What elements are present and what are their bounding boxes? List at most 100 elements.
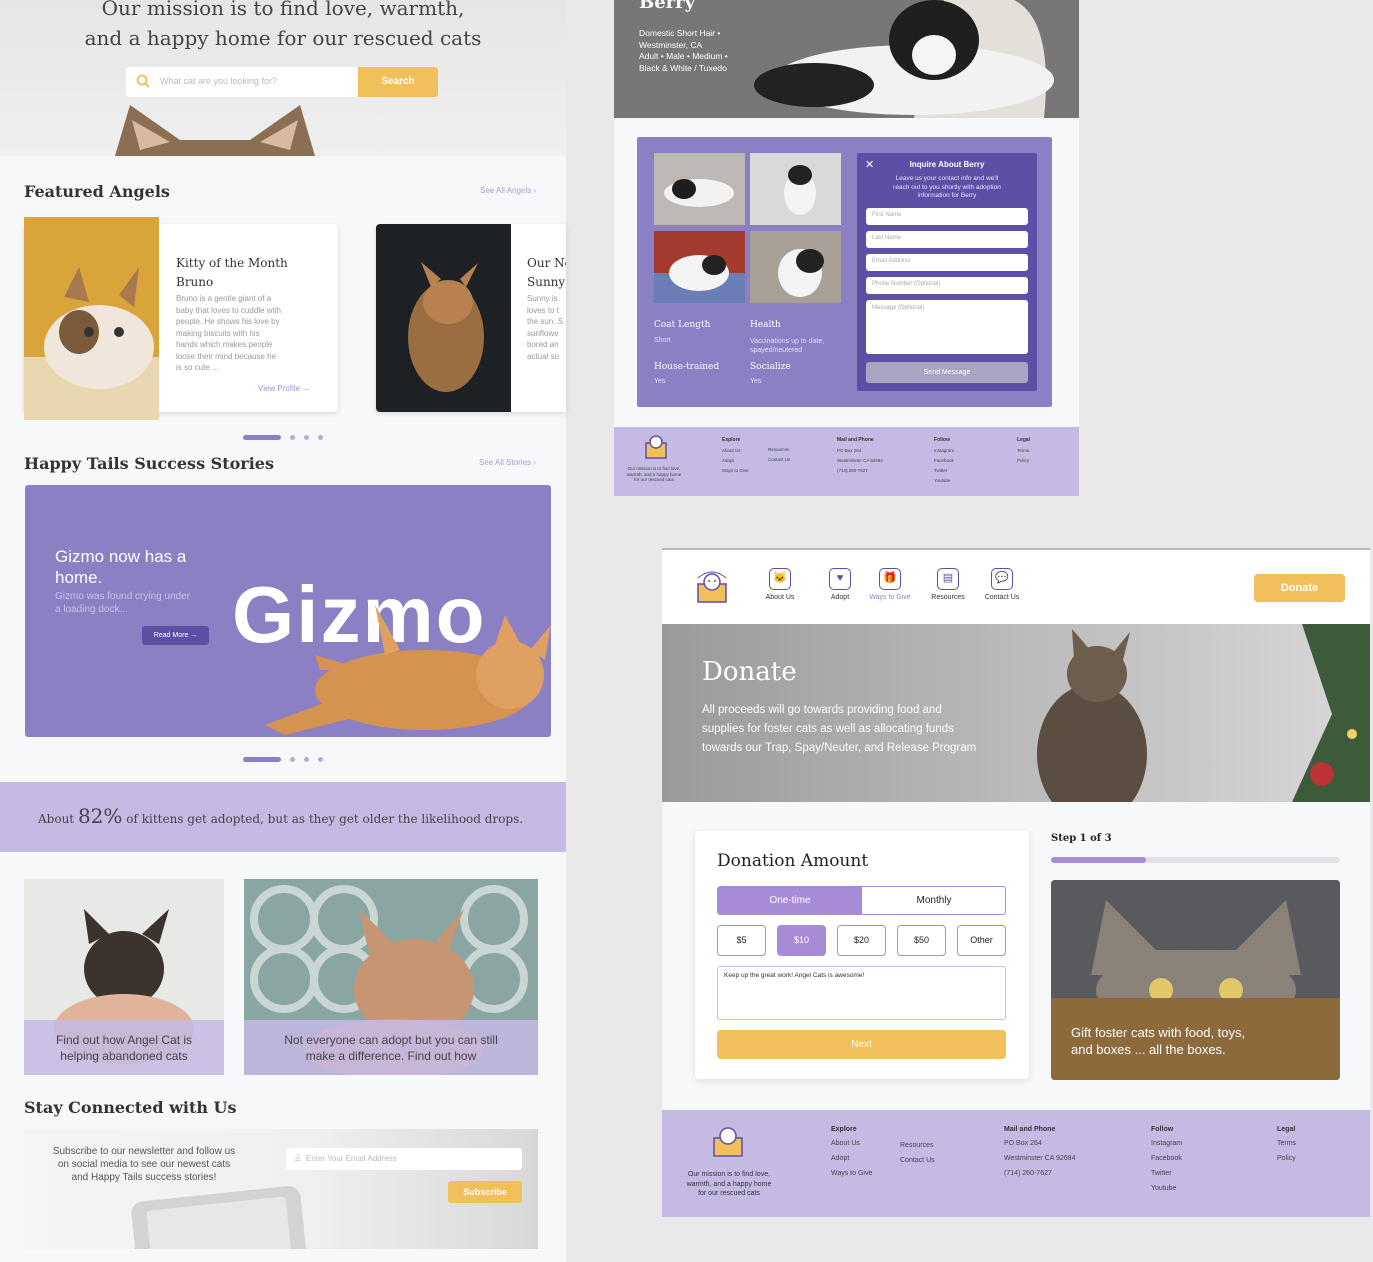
nav-item[interactable]: 🐱 About Us [750,568,810,601]
footer-link[interactable]: Resources [768,445,790,455]
footer-link[interactable]: (714) 260-7627 [1004,1166,1075,1181]
carousel-dot[interactable] [290,435,295,440]
footer-link[interactable]: Youtube [934,476,954,486]
phone-field[interactable]: Phone Number (Optional) [866,277,1028,294]
read-more-label: Read More [153,632,189,639]
card-body-line: hands which makes people [176,340,273,349]
newsletter-panel: Subscribe to our newsletter and follow u… [24,1129,538,1249]
footer-link[interactable]: Facebook [1151,1151,1182,1166]
promo-card[interactable]: Gift foster cats with food, toys, and box… [1051,880,1340,1080]
footer-link[interactable]: Adopt [831,1151,872,1166]
footer-link[interactable]: Instagram [934,446,954,456]
view-profile-link[interactable]: View Profile → [258,384,310,393]
send-message-button[interactable]: Send Message [866,362,1028,383]
footer-link[interactable]: About Us [722,446,749,456]
footer-link[interactable]: Instagram [1151,1136,1182,1151]
attr-label: Coat Length [654,320,711,330]
footer-link[interactable]: Twitter [934,466,954,476]
footer-link[interactable]: Twitter [1151,1166,1182,1181]
carousel-dot[interactable] [304,435,309,440]
search-icon [136,74,150,88]
footer-link[interactable]: Westminster CA 92684 [1004,1151,1075,1166]
cat-ears-image [110,100,320,156]
tile-text-line: Not everyone can adopt but you can still [284,1033,498,1047]
next-button[interactable]: Next [717,1030,1006,1059]
nav-item[interactable]: 🎁 Ways to Give [860,568,920,601]
footer-tagline: Our mission is to find love, warmth, and … [619,466,689,483]
footer-link[interactable]: Contact Us [768,455,790,465]
one-time-tab[interactable]: One-time [718,887,862,914]
carousel-dot[interactable] [304,757,309,762]
footer-link[interactable]: PO Box 264 [1004,1136,1075,1151]
footer-link[interactable]: Resources [900,1138,935,1153]
field-placeholder: Last Name [872,235,902,241]
footer-link[interactable]: Ways to Give [831,1166,872,1181]
amount-option[interactable]: $5 [717,925,766,956]
search-button[interactable]: Search [358,67,438,97]
search-input[interactable]: What cat are you looking for? [160,76,277,86]
see-all-stories-link[interactable]: See All Stories › [479,458,536,467]
footer-link[interactable]: Contact Us [900,1153,935,1168]
donate-hero-cat-image [1037,624,1370,802]
search-bar[interactable]: What cat are you looking for? [126,67,358,97]
message-field[interactable]: Message (Optional) [866,300,1028,354]
footer-tagline: Our mission is to find love, warmth, and … [676,1170,782,1199]
email-input[interactable]: ♙ Enter Your Email Address [286,1148,522,1170]
carousel-dot[interactable] [318,757,323,762]
monthly-tab[interactable]: Monthly [862,887,1005,914]
footer-column-title: Legal [1017,437,1031,443]
logo[interactable] [690,564,734,608]
footer-link[interactable]: Policy [1017,456,1030,466]
first-name-field[interactable]: First Name [866,208,1028,225]
featured-card[interactable]: Kitty of the Month Bruno Bruno is a gent… [24,217,338,420]
footer-link[interactable]: Policy [1277,1151,1296,1166]
form-desc-line: reach out to you shortly with adoption [893,183,1001,191]
carousel-dot[interactable] [290,757,295,762]
see-all-angels-label: See All Angels [480,186,532,195]
carousel-dot[interactable] [318,435,323,440]
nav-item-label: Ways to Give [869,594,911,601]
footer-link[interactable]: Adopt [722,456,749,466]
story-banner[interactable]: Gizmo now has a home. Gizmo was found cr… [25,485,551,737]
footer-link[interactable]: Terms [1277,1136,1296,1151]
footer-link[interactable]: PO Box 264 [837,446,883,456]
amount-option[interactable]: $20 [837,925,886,956]
see-all-angels-link[interactable]: See All Angels › [480,186,536,195]
make-difference-tile[interactable]: Not everyone can adopt but you can still… [244,879,538,1075]
gallery-photo[interactable] [654,231,745,303]
carousel-indicator-active[interactable] [243,757,281,762]
nav-item[interactable]: ▤ Resources [918,568,978,601]
home-page: Our mission is to find love, warmth, and… [0,0,566,1262]
footer-link[interactable]: About Us [831,1136,872,1151]
footer-link[interactable]: Youtube [1151,1181,1182,1196]
nav-item[interactable]: 💬 Contact Us [972,568,1032,601]
email-field[interactable]: Email Address [866,254,1028,271]
footer-logo[interactable] [642,433,670,461]
footer-link[interactable]: Facebook [934,456,954,466]
last-name-field[interactable]: Last Name [866,231,1028,248]
amount-option[interactable]: Other [957,925,1006,956]
angel-cat-tile[interactable]: Find out how Angel Cat is helping abandon… [24,879,224,1075]
gallery-photo[interactable] [750,231,841,303]
footer-column-title: Explore [722,437,741,443]
donation-message-input[interactable]: Keep up the great work! Angel Cats is aw… [717,966,1006,1020]
footer-logo[interactable] [706,1118,750,1162]
carousel-indicator-active[interactable] [243,435,281,440]
donate-nav-button[interactable]: Donate [1254,574,1345,602]
hero-text-line: towards our Trap, Spay/Neuter, and Relea… [702,742,977,754]
featured-card[interactable]: Our Ne Sunny Sunny is loves to t the sun. … [376,224,566,412]
footer-column: Mail and Phone PO Box 264 Westminster CA 9… [837,437,883,476]
footer-link[interactable]: Westminster CA 92684 [837,456,883,466]
gallery-photo[interactable] [750,153,841,225]
footer-link[interactable]: Terms [1017,446,1030,456]
subscribe-button[interactable]: Subscribe [448,1181,522,1203]
cat-fact-line: Black & White / Tuxedo [639,62,727,73]
donate-page: 🐱 About Us ♥ Adopt 🎁 Ways to Give ▤ Resources 💬 C… [662,548,1370,1217]
amount-option[interactable]: $50 [897,925,946,956]
footer-link[interactable]: (714) 260-7627 [837,466,883,476]
read-more-button[interactable]: Read More → [142,626,209,645]
footer-column-title: Explore [831,1126,857,1133]
footer-link[interactable]: Ways to Give [722,466,749,476]
amount-option[interactable]: $10 [777,925,826,956]
gallery-photo[interactable] [654,153,745,225]
